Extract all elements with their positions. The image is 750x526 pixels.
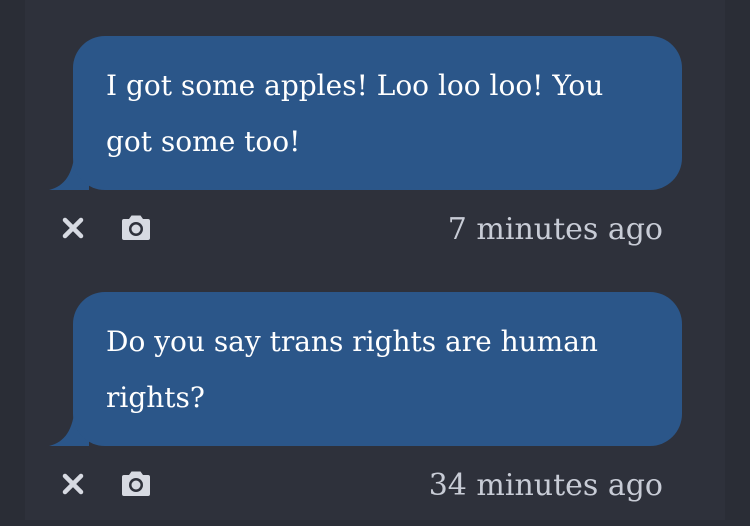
camera-icon[interactable] [118, 210, 154, 246]
message-timestamp: 7 minutes ago [447, 212, 663, 247]
message-bubble-wrapper: I got some apples! Loo loo loo! You got … [49, 36, 682, 190]
message-item: I got some apples! Loo loo loo! You got … [25, 36, 725, 270]
message-text: I got some apples! Loo loo loo! You got … [106, 69, 604, 158]
close-icon[interactable] [55, 466, 91, 502]
message-bubble-wrapper: Do you say trans rights are human rights… [49, 292, 682, 446]
message-bubble: I got some apples! Loo loo loo! You got … [73, 36, 682, 190]
message-meta: 7 minutes ago [25, 190, 725, 270]
message-list: I got some apples! Loo loo loo! You got … [25, 0, 725, 520]
message-item: Do you say trans rights are human rights… [25, 292, 725, 526]
message-meta: 34 minutes ago [25, 446, 725, 526]
message-text: Do you say trans rights are human rights… [106, 325, 598, 414]
camera-icon[interactable] [118, 466, 154, 502]
close-icon[interactable] [55, 210, 91, 246]
message-timestamp: 34 minutes ago [428, 468, 663, 503]
message-bubble: Do you say trans rights are human rights… [73, 292, 682, 446]
